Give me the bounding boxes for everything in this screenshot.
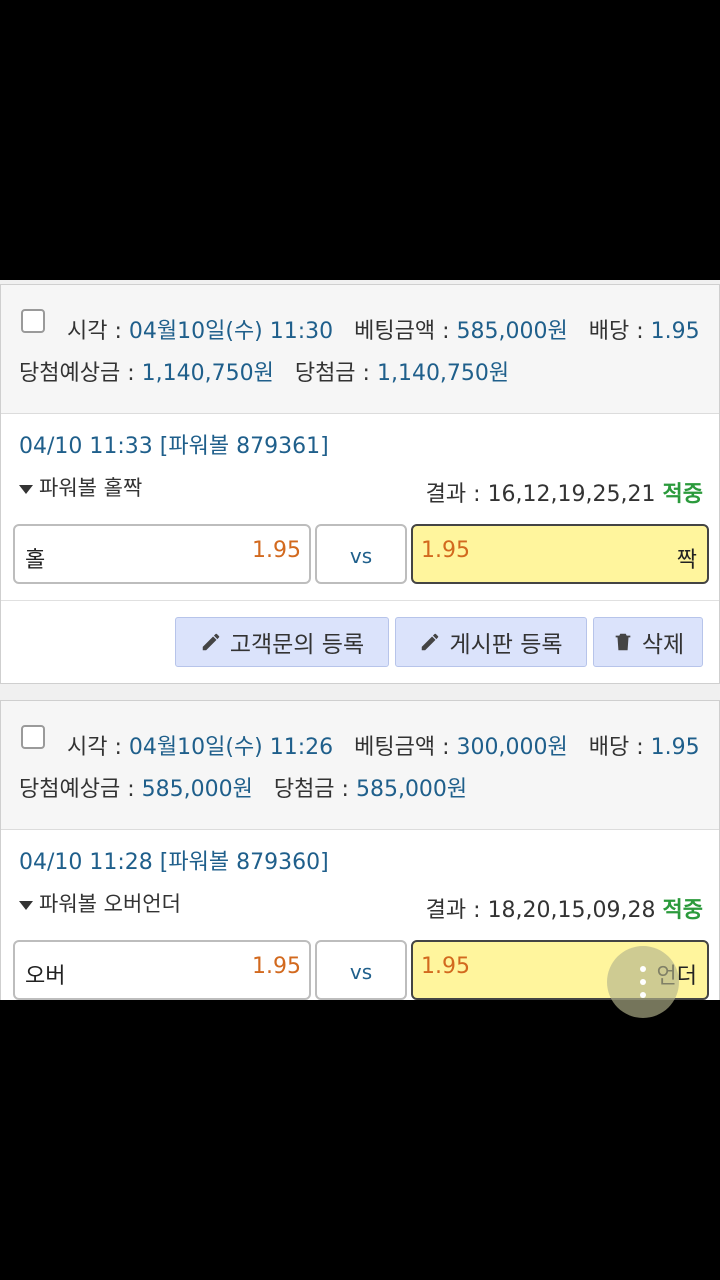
bet-card-header: 시각 : 04월10일(수) 11:26 베팅금액 : 300,000원 배당 …: [1, 701, 719, 830]
pick-home[interactable]: 홀 1.95: [13, 524, 311, 584]
pencil-icon: [422, 633, 439, 651]
game-time: 04/10 11:33 [파워볼 879361]: [19, 434, 329, 459]
bet-card: 시각 : 04월10일(수) 11:30 베팅금액 : 585,000원 배당 …: [0, 284, 720, 684]
bet-actions: 고객문의 등록 게시판 등록 삭제: [1, 600, 719, 683]
result-line: 결과 : 18,20,15,09,28 적중: [425, 898, 703, 923]
bet-game-section: 04/10 11:33 [파워볼 879361] 파워볼 홀짝 결과 : 16,…: [1, 414, 719, 600]
inquiry-register-button[interactable]: 고객문의 등록: [175, 617, 389, 667]
pick-vs: vs: [315, 524, 407, 584]
bet-odds: 1.95: [650, 319, 700, 344]
bet-win-line: 당첨예상금 : 585,000원 당첨금 : 585,000원: [19, 777, 468, 802]
bet-select-checkbox[interactable]: [21, 309, 45, 333]
result-status: 적중: [662, 898, 703, 923]
delete-button[interactable]: 삭제: [593, 617, 703, 667]
result-numbers: 16,12,19,25,21: [487, 482, 656, 507]
pick-home[interactable]: 오버 1.95: [13, 940, 311, 1000]
caret-down-icon: [19, 900, 33, 910]
pick-away-selected[interactable]: 1.95 짝: [411, 524, 709, 584]
bet-time: 04월10일(수) 11:26: [128, 735, 334, 760]
board-register-button[interactable]: 게시판 등록: [395, 617, 587, 667]
game-type: 파워볼 오버언더: [19, 888, 181, 918]
bet-win-line: 당첨예상금 : 1,140,750원 당첨금 : 1,140,750원: [19, 361, 510, 386]
game-time: 04/10 11:28 [파워볼 879360]: [19, 850, 329, 875]
bet-card: 시각 : 04월10일(수) 11:26 베팅금액 : 300,000원 배당 …: [0, 700, 720, 1000]
trash-icon: [615, 633, 631, 651]
expected-win: 1,140,750원: [141, 361, 274, 386]
expected-win: 585,000원: [141, 777, 253, 802]
bet-odds: 1.95: [650, 735, 700, 760]
bet-history-list: 시각 : 04월10일(수) 11:30 베팅금액 : 585,000원 배당 …: [0, 280, 720, 1000]
bet-amount: 585,000원: [456, 319, 568, 344]
win-amount: 585,000원: [355, 777, 468, 802]
bet-card-header: 시각 : 04월10일(수) 11:30 베팅금액 : 585,000원 배당 …: [1, 285, 719, 414]
caret-down-icon: [19, 484, 33, 494]
result-numbers: 18,20,15,09,28: [487, 898, 656, 923]
result-line: 결과 : 16,12,19,25,21 적중: [425, 482, 703, 507]
win-amount: 1,140,750원: [376, 361, 510, 386]
result-status: 적중: [662, 482, 703, 507]
game-type: 파워볼 홀짝: [19, 472, 142, 502]
bet-info-line: 시각 : 04월10일(수) 11:30 베팅금액 : 585,000원 배당 …: [67, 319, 700, 344]
pencil-icon: [202, 633, 220, 651]
floating-menu-button[interactable]: [607, 946, 679, 1018]
bet-select-checkbox[interactable]: [21, 725, 45, 749]
pick-vs: vs: [315, 940, 407, 1000]
bet-amount: 300,000원: [456, 735, 568, 760]
bet-time: 04월10일(수) 11:30: [128, 319, 334, 344]
bet-info-line: 시각 : 04월10일(수) 11:26 베팅금액 : 300,000원 배당 …: [67, 735, 700, 760]
